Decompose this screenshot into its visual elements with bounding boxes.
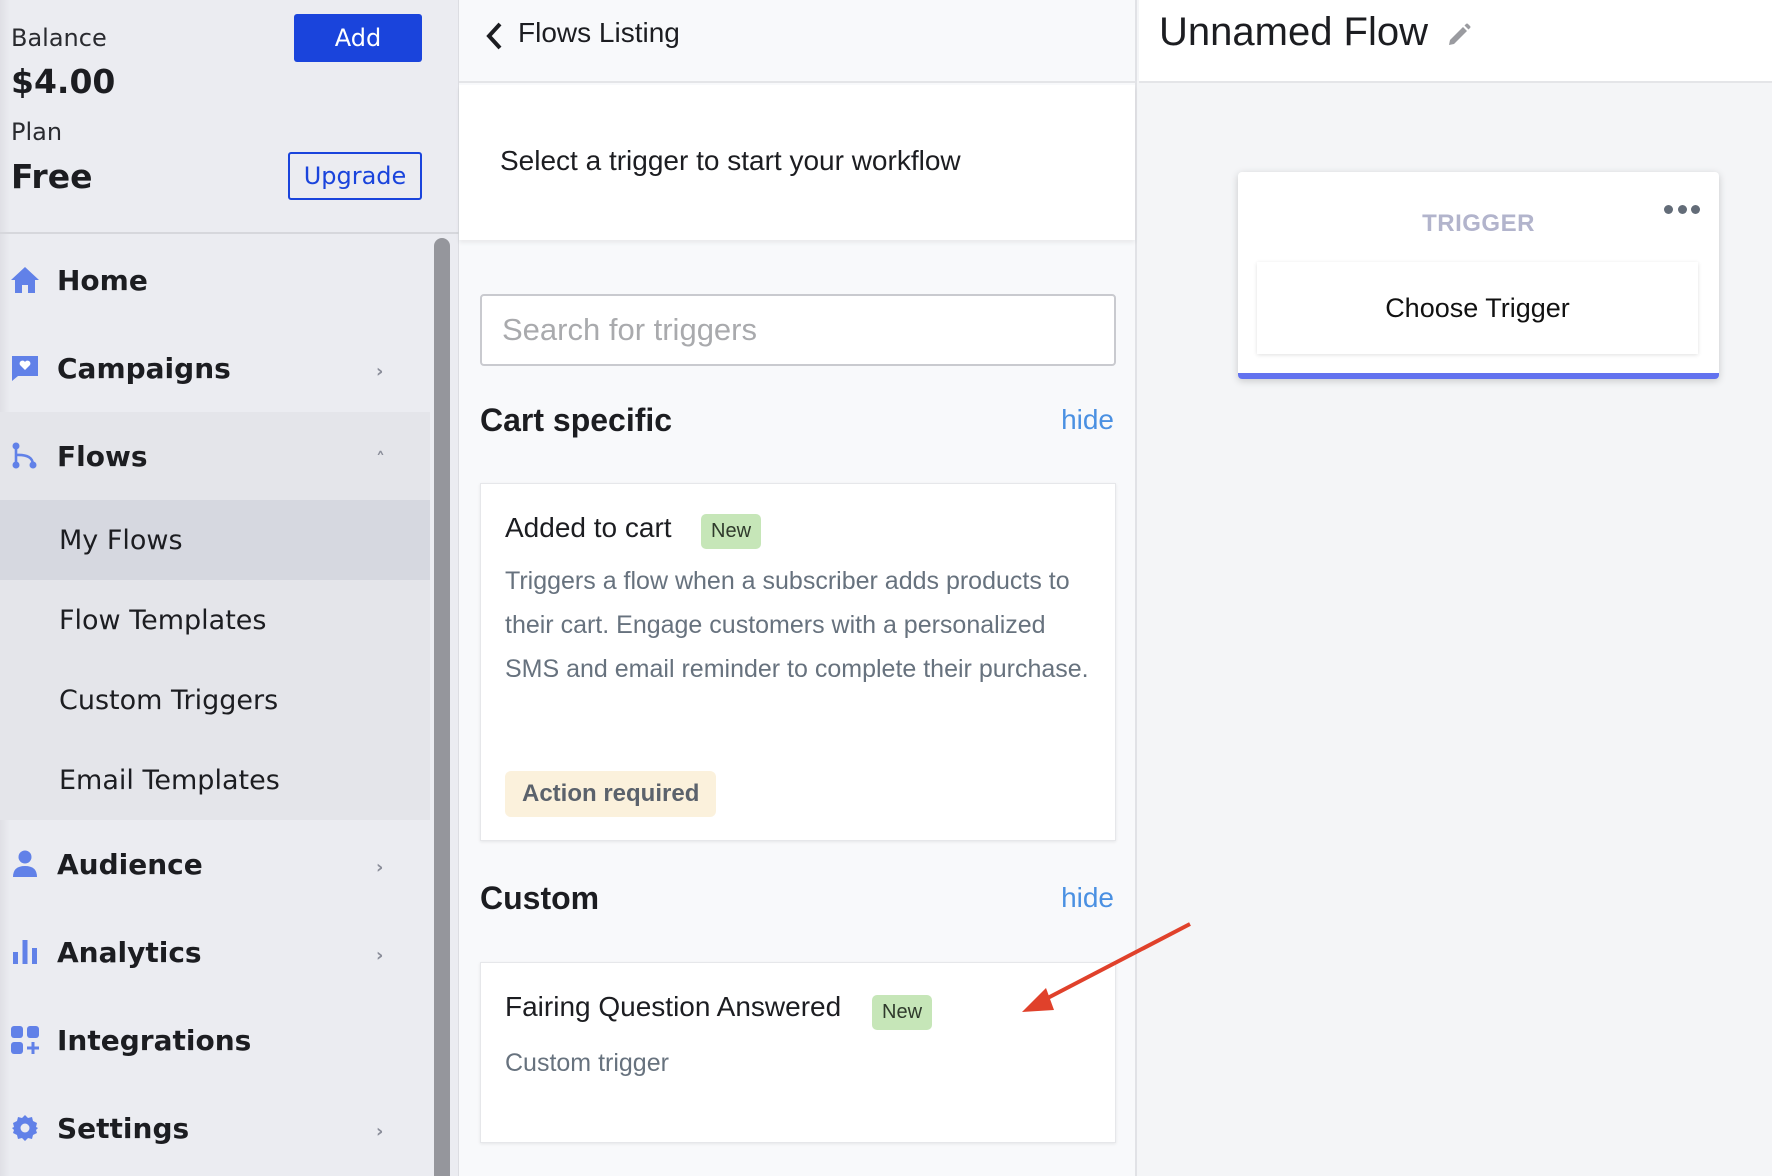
- flow-branch-icon: [10, 441, 40, 471]
- flows-group: Flows ˄ My Flows Flow Templates Custom T…: [0, 412, 430, 820]
- gear-icon: [10, 1113, 40, 1143]
- sidebar-subitem-email-templates[interactable]: Email Templates: [0, 740, 430, 820]
- intro-box: Select a trigger to start your workflow: [459, 85, 1135, 240]
- sidebar-item-analytics[interactable]: Analytics ›: [0, 908, 430, 996]
- chevron-up-icon: ˄: [376, 449, 385, 470]
- plan-value: Free: [11, 157, 93, 196]
- sidebar-subitem-flow-templates[interactable]: Flow Templates: [0, 580, 430, 660]
- sidebar-item-campaigns[interactable]: Campaigns ›: [0, 324, 430, 412]
- sidebar-item-label: Campaigns: [57, 351, 231, 385]
- flow-name[interactable]: Unnamed Flow: [1159, 10, 1428, 55]
- bar-chart-icon: [10, 937, 40, 967]
- grid-plus-icon: [10, 1025, 40, 1055]
- trigger-card-fairing-question-answered[interactable]: Fairing Question Answered New Custom tri…: [480, 962, 1116, 1143]
- new-badge: New: [701, 514, 762, 549]
- action-required-badge: Action required: [505, 771, 717, 817]
- chevron-right-icon: ›: [376, 361, 384, 382]
- section-title-custom: Custom: [480, 880, 600, 916]
- flow-canvas: Unnamed Flow TRIGGER Choose Trigger: [1139, 0, 1772, 1176]
- add-funds-button[interactable]: Add: [294, 14, 422, 62]
- sidebar-item-label: Flows: [57, 439, 148, 473]
- back-button[interactable]: [479, 16, 509, 56]
- sidebar-item-label: Integrations: [57, 1023, 252, 1057]
- trigger-picker-panel: Flows Listing Select a trigger to start …: [459, 0, 1137, 1176]
- trigger-node-label: TRIGGER: [1422, 210, 1535, 237]
- trigger-card-title: Added to cart: [505, 512, 672, 543]
- sidebar-item-settings[interactable]: Settings ›: [0, 1084, 430, 1172]
- sidebar-nav: Home Campaigns › Flows ˄ My Flows Flow T…: [0, 236, 430, 1172]
- chat-heart-icon: [10, 353, 40, 383]
- edit-flow-name-button[interactable]: [1446, 22, 1476, 52]
- hide-cart-specific-link[interactable]: hide: [1061, 404, 1114, 436]
- upgrade-button[interactable]: Upgrade: [288, 152, 422, 200]
- sidebar-item-label: Settings: [57, 1111, 190, 1145]
- balance-value: $4.00: [11, 62, 116, 101]
- sidebar-item-label: Audience: [57, 847, 203, 881]
- intro-text: Select a trigger to start your workflow: [500, 145, 961, 176]
- new-badge: New: [872, 995, 933, 1030]
- trigger-card-description: Triggers a flow when a subscriber adds p…: [505, 567, 1089, 683]
- chevron-left-icon: [486, 22, 502, 50]
- sidebar-subitem-custom-triggers[interactable]: Custom Triggers: [0, 660, 430, 740]
- user-icon: [10, 849, 40, 879]
- more-options-icon[interactable]: [1664, 202, 1700, 216]
- flow-header: Unnamed Flow: [1139, 0, 1772, 83]
- sidebar: Balance $4.00 Add Plan Free Upgrade Home…: [0, 0, 459, 1176]
- choose-trigger-button[interactable]: Choose Trigger: [1257, 262, 1698, 354]
- sidebar-item-flows[interactable]: Flows ˄: [0, 412, 430, 500]
- sidebar-item-label: Analytics: [57, 935, 202, 969]
- trigger-card-added-to-cart[interactable]: Added to cart New Triggers a flow when a…: [480, 483, 1116, 841]
- section-title-cart-specific: Cart specific: [480, 402, 673, 438]
- sidebar-subitem-my-flows[interactable]: My Flows: [0, 500, 430, 580]
- sidebar-item-integrations[interactable]: Integrations: [0, 996, 430, 1084]
- back-link-label[interactable]: Flows Listing: [518, 17, 680, 49]
- chevron-right-icon: ›: [376, 1121, 384, 1142]
- chevron-right-icon: ›: [376, 857, 384, 878]
- chevron-right-icon: ›: [376, 945, 384, 966]
- home-icon: [10, 265, 40, 295]
- sidebar-item-label: Home: [57, 263, 148, 297]
- hide-custom-link[interactable]: hide: [1061, 882, 1114, 914]
- plan-label: Plan: [11, 118, 63, 146]
- sidebar-item-audience[interactable]: Audience ›: [0, 820, 430, 908]
- trigger-node[interactable]: TRIGGER Choose Trigger: [1238, 172, 1719, 379]
- trigger-card-title: Fairing Question Answered: [505, 991, 842, 1022]
- sidebar-item-home[interactable]: Home: [0, 236, 430, 324]
- sidebar-scrollbar[interactable]: [434, 238, 450, 1176]
- pencil-icon: [1449, 23, 1471, 45]
- balance-label: Balance: [11, 24, 107, 52]
- panel-header: Flows Listing: [459, 0, 1135, 83]
- trigger-card-description: Custom trigger: [505, 1049, 669, 1077]
- account-summary: Balance $4.00 Add Plan Free Upgrade: [0, 0, 459, 234]
- trigger-search-input[interactable]: [480, 294, 1116, 366]
